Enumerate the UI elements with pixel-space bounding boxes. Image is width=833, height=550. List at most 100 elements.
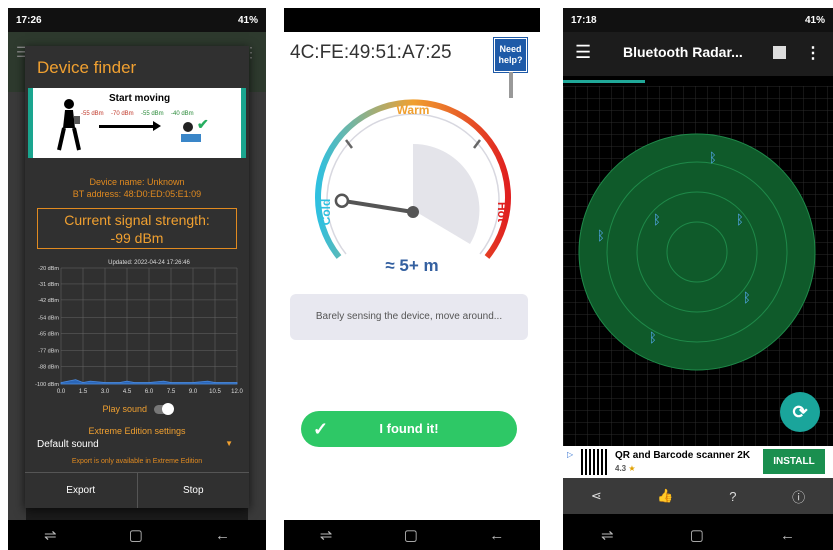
graph-y-tick: -77 dBm — [38, 349, 59, 355]
export-note: Export is only available in Extreme Edit… — [71, 458, 203, 465]
play-sound-toggle[interactable] — [153, 403, 174, 416]
scan-progress-bar — [563, 80, 645, 83]
ad-rating-value: 4.3 — [615, 464, 627, 473]
dbm-label: -70 dBm — [111, 111, 134, 117]
recents-icon[interactable]: ⇌ — [44, 526, 57, 544]
background-panel — [8, 92, 26, 522]
status-time: 17:26 — [16, 14, 42, 26]
dbm-label: -55 dBm — [81, 111, 104, 117]
status-battery: 41% — [237, 14, 258, 26]
dbm-label: -40 dBm — [171, 111, 194, 117]
thumbs-up-icon[interactable]: 👍 — [657, 488, 673, 504]
walking-person-icon — [57, 99, 81, 151]
graph-y-tick: -31 dBm — [38, 282, 59, 288]
graph-updated-label: Updated: 2022-04-24 17:26:46 — [108, 260, 190, 266]
graph-x-tick: 9.0 — [189, 389, 198, 395]
sound-select[interactable]: Default sound ▼ — [37, 439, 233, 450]
stop-button[interactable]: Stop — [138, 473, 250, 508]
bluetooth-radar-screen: 17:18 41% ☰ Bluetooth Radar... ⋮ ᛒ ᛒ ᛒ ᛒ… — [563, 8, 833, 550]
sound-select-value: Default sound — [37, 439, 99, 450]
help-icon[interactable]: ? — [729, 489, 736, 504]
hot-label: Hot — [495, 202, 509, 222]
home-icon[interactable]: ▢ — [690, 526, 704, 544]
device-base-icon — [181, 134, 201, 142]
bluetooth-device-icon[interactable]: ᛒ — [709, 151, 717, 166]
install-button[interactable]: INSTALL — [763, 449, 825, 474]
nav-bar: ⇌ ▢ ← — [8, 520, 266, 550]
status-bar — [284, 8, 540, 32]
nav-bar: ⇌ ▢ ← — [563, 520, 833, 550]
bluetooth-device-icon[interactable]: ᛒ — [653, 213, 661, 228]
check-icon: ✓ — [313, 419, 329, 439]
graph-y-tick: -42 dBm — [38, 298, 59, 304]
recents-icon[interactable]: ⇌ — [320, 526, 333, 544]
back-icon[interactable]: ← — [215, 527, 230, 544]
graph-x-tick: 3.0 — [101, 389, 110, 395]
signal-graph: Updated: 2022-04-24 17:26:46 -20 dBm -31 d… — [35, 260, 243, 395]
bluetooth-device-icon[interactable]: ᛒ — [736, 213, 744, 228]
app-title: Bluetooth Radar... — [623, 44, 743, 60]
graph-x-tick: 12.0 — [231, 389, 243, 395]
status-time: 17:18 — [571, 14, 597, 26]
menu-icon[interactable]: ☰ — [575, 42, 591, 63]
device-finder-dialog: Device finder Start moving -55 dBm -70 d… — [25, 46, 249, 508]
play-sound-label: Play sound — [102, 404, 147, 414]
export-button[interactable]: Export — [25, 473, 138, 508]
graph-y-tick: -88 dBm — [38, 365, 59, 371]
status-battery: 41% — [804, 14, 825, 26]
signal-label: Current signal strength: — [64, 212, 210, 228]
status-bar: 17:26 41% — [8, 8, 266, 32]
signal-value: -99 dBm — [110, 230, 164, 246]
ad-app-name: QR and Barcode scanner 2K — [615, 450, 751, 461]
dbm-label: -55 dBm — [141, 111, 164, 117]
nav-bar: ⇌ ▢ ← — [284, 520, 540, 550]
gauge-finder-screen: 4C:FE:49:51:A7:25 Need help? Warm Cold H… — [284, 8, 540, 550]
ad-banner[interactable]: ▷ QR and Barcode scanner 2K 4.3 ★ INSTAL… — [563, 446, 833, 478]
app-bar: ☰ Bluetooth Radar... ⋮ — [563, 32, 833, 76]
device-info: Device name: Unknown BT address: 48:D0:E… — [25, 176, 249, 200]
qr-app-icon — [581, 449, 607, 475]
found-it-label: I found it! — [379, 421, 439, 436]
extreme-settings-label: Extreme Edition settings — [88, 426, 186, 436]
check-icon: ✔ — [197, 116, 209, 132]
stop-icon[interactable] — [773, 46, 786, 59]
ad-close-icon[interactable]: ▷ — [567, 450, 573, 459]
share-icon[interactable]: ⋖ — [591, 488, 602, 504]
found-it-button[interactable]: ✓ I found it! — [301, 411, 517, 447]
info-icon[interactable]: ⓘ — [792, 487, 805, 506]
back-icon[interactable]: ← — [780, 527, 795, 544]
signal-strength-box: Current signal strength: -99 dBm — [37, 208, 237, 249]
status-bar: 17:18 41% — [563, 8, 833, 32]
star-icon: ★ — [628, 464, 636, 473]
home-icon[interactable]: ▢ — [129, 526, 143, 544]
graph-x-tick: 0.0 — [57, 389, 66, 395]
device-finder-screen: 17:26 41% ☰ ⋮ Device finder Start moving… — [8, 8, 266, 550]
more-icon[interactable]: ⋮ — [805, 43, 821, 63]
device-name: Device name: Unknown — [89, 177, 185, 187]
banner-title: Start moving — [109, 93, 171, 104]
back-icon[interactable]: ← — [489, 527, 504, 544]
graph-x-tick: 4.5 — [123, 389, 132, 395]
bluetooth-device-icon[interactable]: ᛒ — [743, 291, 751, 306]
start-moving-banner: Start moving -55 dBm -70 dBm -55 dBm -40… — [28, 88, 246, 158]
cold-label: Cold — [319, 199, 333, 226]
home-icon[interactable]: ▢ — [404, 526, 418, 544]
radar-view: ᛒ ᛒ ᛒ ᛒ ᛒ ᛒ — [563, 86, 833, 446]
graph-x-tick: 7.5 — [167, 389, 176, 395]
status-message: Barely sensing the device, move around..… — [290, 294, 528, 340]
need-help-sign[interactable]: Need help? — [493, 37, 528, 73]
graph-y-tick: -65 dBm — [38, 331, 59, 337]
dialog-buttons: Export Stop — [25, 472, 249, 508]
play-sound-row: Play sound — [25, 403, 249, 416]
recents-icon[interactable]: ⇌ — [601, 526, 614, 544]
graph-y-tick: -20 dBm — [38, 266, 59, 272]
ad-rating: 4.3 ★ — [615, 464, 636, 473]
bottom-toolbar: ⋖ 👍 ? ⓘ — [563, 478, 833, 514]
dialog-title: Device finder — [37, 58, 137, 77]
dropdown-caret-icon: ▼ — [225, 439, 233, 448]
scan-fab-button[interactable]: ⟳ — [780, 392, 820, 432]
distance-estimate: ≈ 5+ m — [385, 256, 439, 275]
bluetooth-device-icon[interactable]: ᛒ — [649, 331, 657, 346]
arrow-right-icon — [99, 121, 161, 131]
bluetooth-device-icon[interactable]: ᛒ — [597, 229, 605, 244]
